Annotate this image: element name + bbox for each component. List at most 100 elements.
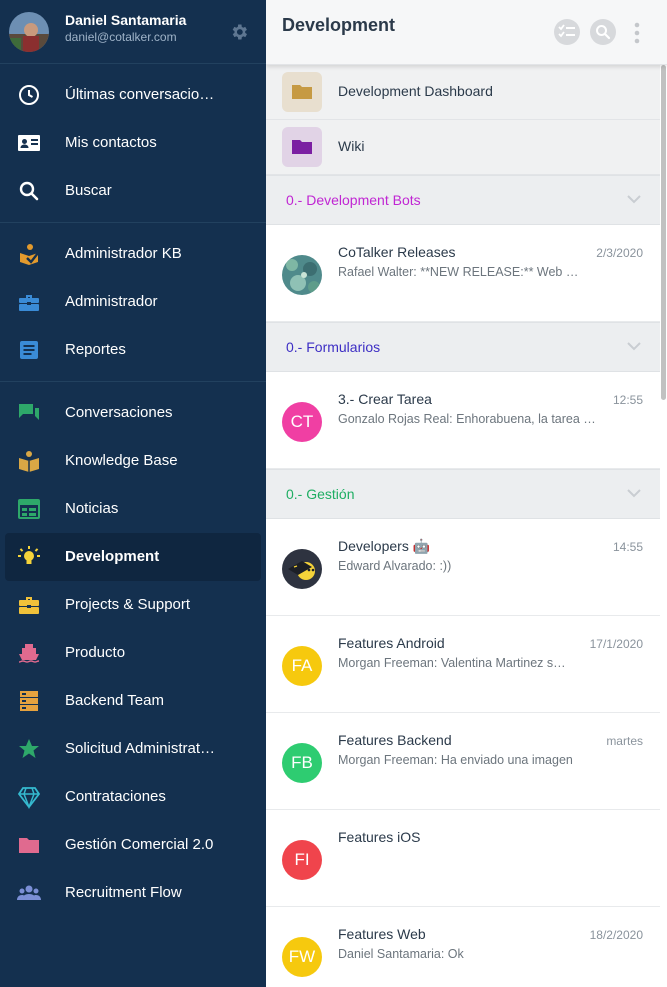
sidebar-item-gestion-comercial[interactable]: Gestión Comercial 2.0 <box>5 821 261 869</box>
admin-kb-icon <box>20 244 39 265</box>
conversation-name: Features Android <box>338 635 445 651</box>
conversation-name: Features iOS <box>338 829 421 845</box>
sidebar-item-contrataciones[interactable]: Contrataciones <box>5 773 261 821</box>
document-icon <box>20 341 38 359</box>
sidebar-item-label: Conversaciones <box>65 404 173 421</box>
scrollbar-thumb[interactable] <box>661 65 666 400</box>
conversation-item[interactable]: CT 3.- Crear Tarea 12:55 Gonzalo Rojas R… <box>266 372 667 469</box>
folder-icon <box>19 838 39 853</box>
sidebar-item-label: Solicitud Administrat… <box>65 740 216 757</box>
star-icon <box>19 739 39 758</box>
book-icon <box>19 451 39 472</box>
sidebar-item-knowledge-base[interactable]: Knowledge Base <box>5 437 261 485</box>
conversation-time: 12:55 <box>612 393 643 407</box>
sidebar: Daniel Santamaria daniel@cotalker.com Úl… <box>0 0 266 987</box>
conversation-item[interactable]: FA Features Android 17/1/2020 Morgan Fre… <box>266 616 667 713</box>
sidebar-item-ultimas-conversaciones[interactable]: Últimas conversacio… <box>5 71 261 119</box>
conversation-time: 18/2/2020 <box>589 928 643 942</box>
avatar[interactable] <box>9 12 49 52</box>
conversation-name: Features Backend <box>338 732 452 748</box>
avatar: FW <box>282 937 322 977</box>
channel-panel: Development Development Dashboard Wiki 0… <box>266 0 667 987</box>
search-button[interactable] <box>590 19 616 45</box>
contact-card-icon <box>18 135 40 151</box>
nav-group-main: Últimas conversacio… Mis contactos Busca… <box>0 64 266 223</box>
conversation-name: Developers 🤖 <box>338 538 431 554</box>
sidebar-item-administrador[interactable]: Administrador <box>5 278 261 326</box>
toolbox-icon <box>19 295 39 311</box>
folder-icon <box>292 140 312 154</box>
more-options-icon[interactable] <box>633 20 641 46</box>
server-icon <box>20 691 38 711</box>
sidebar-item-label: Buscar <box>65 182 112 199</box>
sidebar-item-label: Gestión Comercial 2.0 <box>65 836 214 853</box>
checklist-icon <box>558 24 575 38</box>
folder-label: Development Dashboard <box>338 83 493 99</box>
sidebar-item-producto[interactable]: Producto <box>5 629 261 677</box>
section-development-bots[interactable]: 0.- Development Bots <box>266 175 667 225</box>
section-title: 0.- Formularios <box>286 339 381 355</box>
avatar <box>282 255 322 295</box>
scrollbar[interactable] <box>660 65 667 987</box>
sidebar-item-label: Noticias <box>65 500 119 517</box>
sidebar-item-label: Knowledge Base <box>65 452 178 469</box>
conversation-name: Features Web <box>338 926 426 942</box>
chevron-down-icon[interactable] <box>627 194 641 204</box>
sidebar-item-label: Administrador KB <box>65 245 182 262</box>
sidebar-item-label: Projects & Support <box>65 596 191 613</box>
sidebar-item-projects-support[interactable]: Projects & Support <box>5 581 261 629</box>
sidebar-item-buscar[interactable]: Buscar <box>5 167 261 215</box>
chevron-down-icon[interactable] <box>627 341 641 351</box>
profile-name: Daniel Santamaria <box>65 12 187 28</box>
folder-thumbnail <box>282 72 322 112</box>
toolbox-icon <box>19 597 39 614</box>
sidebar-item-label: Últimas conversacio… <box>65 86 215 103</box>
sidebar-item-label: Contrataciones <box>65 788 166 805</box>
calendar-icon <box>18 499 40 519</box>
conversation-preview: Edward Alvarado: :)) <box>338 559 452 573</box>
diamond-icon <box>17 787 41 809</box>
avatar: FI <box>282 840 322 880</box>
sidebar-item-recruitment-flow[interactable]: Recruitment Flow <box>5 869 261 917</box>
avatar: CT <box>282 402 322 442</box>
conversation-item[interactable]: CoTalker Releases 2/3/2020 Rafael Walter… <box>266 225 667 322</box>
sidebar-item-noticias[interactable]: Noticias <box>5 485 261 533</box>
conversation-item[interactable]: FW Features Web 18/2/2020 Daniel Santama… <box>266 907 667 987</box>
ship-icon <box>18 644 40 663</box>
conversation-item[interactable]: Developers 🤖 14:55 Edward Alvarado: :)) <box>266 519 667 616</box>
sidebar-item-development[interactable]: Development <box>5 533 261 581</box>
sidebar-item-administrador-kb[interactable]: Administrador KB <box>5 230 261 278</box>
avatar: FB <box>282 743 322 783</box>
conversation-time: 17/1/2020 <box>589 637 643 651</box>
conversation-time: 2/3/2020 <box>596 246 643 260</box>
sidebar-item-label: Mis contactos <box>65 134 157 151</box>
folder-thumbnail <box>282 127 322 167</box>
folder-label: Wiki <box>338 138 365 154</box>
folder-development-dashboard[interactable]: Development Dashboard <box>266 65 667 120</box>
folder-wiki[interactable]: Wiki <box>266 120 667 175</box>
channel-list[interactable]: Development Dashboard Wiki 0.- Developme… <box>266 65 667 987</box>
conversation-preview: Morgan Freeman: Valentina Martinez s… <box>338 656 566 670</box>
chat-icon <box>19 404 39 420</box>
clock-icon <box>19 85 39 105</box>
sidebar-item-backend-team[interactable]: Backend Team <box>5 677 261 725</box>
sidebar-item-mis-contactos[interactable]: Mis contactos <box>5 119 261 167</box>
section-formularios[interactable]: 0.- Formularios <box>266 322 667 372</box>
conversation-item[interactable]: FI Features iOS <box>266 810 667 907</box>
search-icon <box>596 25 611 40</box>
section-title: 0.- Development Bots <box>286 192 421 208</box>
sidebar-item-solicitud-administrativa[interactable]: Solicitud Administrat… <box>5 725 261 773</box>
sidebar-item-reportes[interactable]: Reportes <box>5 326 261 374</box>
gear-icon[interactable] <box>229 22 249 42</box>
task-list-button[interactable] <box>554 19 580 45</box>
avatar: FA <box>282 646 322 686</box>
sidebar-item-label: Development <box>65 548 160 565</box>
sidebar-item-conversaciones[interactable]: Conversaciones <box>5 389 261 437</box>
profile-header[interactable]: Daniel Santamaria daniel@cotalker.com <box>0 0 266 64</box>
conversation-item[interactable]: FB Features Backend martes Morgan Freema… <box>266 713 667 810</box>
sidebar-item-label: Producto <box>65 644 126 661</box>
chevron-down-icon[interactable] <box>627 488 641 498</box>
page-title: Development <box>282 15 396 35</box>
section-gestion[interactable]: 0.- Gestión <box>266 469 667 519</box>
channel-header: Development <box>266 0 667 65</box>
